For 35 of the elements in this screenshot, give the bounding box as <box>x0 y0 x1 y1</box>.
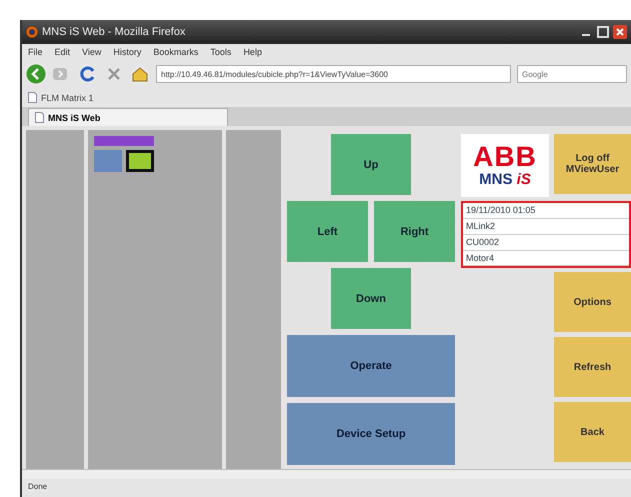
info-line: CU0002 <box>463 234 629 251</box>
action-button[interactable]: Operate <box>287 335 455 398</box>
menu-item[interactable]: Bookmarks <box>153 46 198 56</box>
horizontal-scrollbar[interactable] <box>22 469 631 480</box>
action-button[interactable]: Device Setup <box>287 403 455 466</box>
info-line: Motor4 <box>463 250 629 266</box>
address-field[interactable]: http://10.49.46.81/modules/cubicle.php?r=1&ViewTyValue=3600 <box>156 65 511 84</box>
menu-item[interactable]: Edit <box>54 46 70 56</box>
cubicle-block[interactable] <box>126 150 154 172</box>
status-text: Done <box>22 479 631 497</box>
browser-logo-icon <box>26 26 38 38</box>
menu-item[interactable]: File <box>28 46 43 56</box>
info-line: 19/11/2010 01:05 <box>463 203 629 220</box>
left-button[interactable]: Left <box>287 201 368 262</box>
side-button[interactable]: Back <box>554 402 631 462</box>
page-icon <box>35 112 44 124</box>
close-icon[interactable] <box>613 24 627 39</box>
page-icon <box>28 92 37 104</box>
side-button[interactable]: Options <box>554 272 631 332</box>
menu-item[interactable]: History <box>113 46 142 56</box>
menu-item[interactable]: View <box>82 46 102 56</box>
side-button[interactable]: Refresh <box>554 337 631 398</box>
down-button[interactable]: Down <box>331 268 411 330</box>
browser-tab[interactable]: MNS iS Web <box>28 108 228 126</box>
logo: ABB MNS iS <box>461 134 549 198</box>
up-button[interactable]: Up <box>331 134 411 196</box>
maximize-icon[interactable] <box>596 24 610 39</box>
bookmark-link[interactable]: FLM Matrix 1 <box>41 92 94 103</box>
info-line: MLink2 <box>463 219 629 235</box>
menu-item[interactable]: Help <box>243 46 262 56</box>
search-field[interactable]: Google <box>517 65 627 84</box>
menu-item[interactable]: Tools <box>210 46 232 56</box>
log-off-button[interactable]: Log off MViewUser <box>554 134 631 194</box>
right-button[interactable]: Right <box>374 201 455 262</box>
window-title: MNS iS Web - Mozilla Firefox <box>42 26 186 38</box>
